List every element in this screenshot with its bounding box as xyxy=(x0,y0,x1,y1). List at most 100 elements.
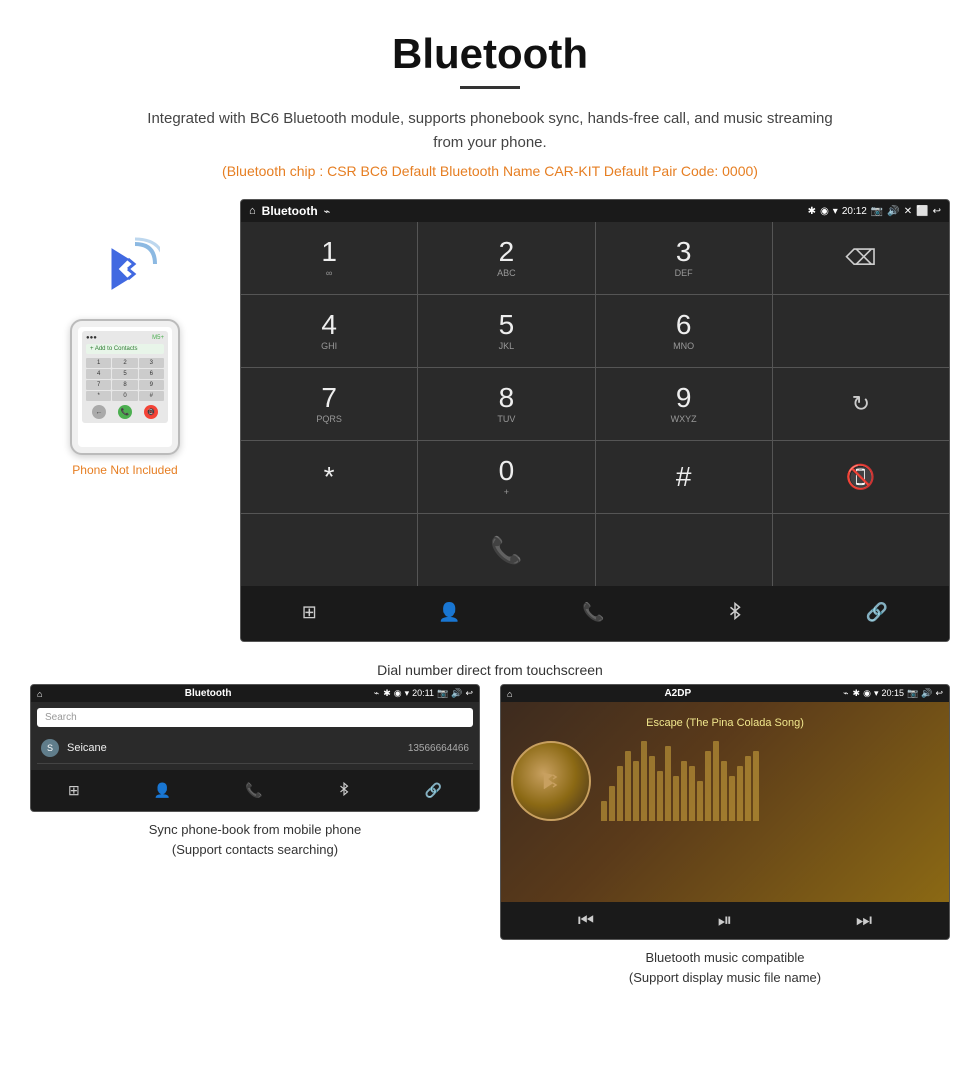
mu-bt-icon: ✱ xyxy=(853,688,861,699)
next-button[interactable]: ⏭ xyxy=(856,910,872,931)
bottom-link-icon[interactable]: 🔗 xyxy=(852,596,902,631)
music-container: ⌂ A2DP ⌁ ✱ ◉ ▾ 20:15 📷 🔊 ↩ Escape (The P… xyxy=(500,684,950,991)
album-art xyxy=(511,741,591,821)
bottom-screens: ⌂ Bluetooth ⌁ ✱ ◉ ▾ 20:11 📷 🔊 ↩ Search S xyxy=(0,684,980,1011)
dial-key-1[interactable]: 1∞ xyxy=(241,222,417,294)
bluetooth-symbol-icon xyxy=(90,229,160,309)
phone-mockup: ●●● M5+ + Add to Contacts 123 456 789 *0… xyxy=(70,319,180,455)
phone-back-btn: ← xyxy=(92,405,106,419)
phonebook-container: ⌂ Bluetooth ⌁ ✱ ◉ ▾ 20:11 📷 🔊 ↩ Search S xyxy=(30,684,480,991)
pb-time: 20:11 xyxy=(412,688,434,699)
dial-screen: ⌂ Bluetooth ⌁ ✱ ◉ ▾ 20:12 📷 🔊 ✕ ⬜ ↩ 1∞ xyxy=(240,199,950,642)
pb-bottom-link-icon[interactable]: 🔗 xyxy=(411,776,456,805)
dial-key-star[interactable]: * xyxy=(241,441,417,513)
camera-icon: 📷 xyxy=(871,206,883,217)
dial-key-4[interactable]: 4GHI xyxy=(241,295,417,367)
pb-bottom-phone-icon[interactable]: 📞 xyxy=(231,776,276,805)
add-to-contacts: + Add to Contacts xyxy=(86,344,164,354)
bt-status-icon: ✱ xyxy=(808,206,816,217)
mu-time: 20:15 xyxy=(881,688,904,699)
usb-icon: ⌁ xyxy=(324,205,331,218)
page-header: Bluetooth Integrated with BC6 Bluetooth … xyxy=(0,0,980,189)
dial-key-8[interactable]: 8TUV xyxy=(418,368,594,440)
dial-key-7[interactable]: 7PQRS xyxy=(241,368,417,440)
pb-vol-icon: 🔊 xyxy=(451,688,462,699)
dial-key-call[interactable]: 📞 xyxy=(418,514,594,586)
dial-key-9[interactable]: 9WXYZ xyxy=(596,368,772,440)
phonebook-caption: Sync phone-book from mobile phone(Suppor… xyxy=(30,812,480,863)
music-album-area xyxy=(511,741,939,821)
bluetooth-info: (Bluetooth chip : CSR BC6 Default Blueto… xyxy=(20,163,960,179)
dial-key-2[interactable]: 2ABC xyxy=(418,222,594,294)
phone-not-included-label: Phone Not Included xyxy=(72,463,177,477)
dial-caption: Dial number direct from touchscreen xyxy=(0,652,980,684)
music-screen: ⌂ A2DP ⌁ ✱ ◉ ▾ 20:15 📷 🔊 ↩ Escape (The P… xyxy=(500,684,950,940)
music-controls: ⏮ ⏯ ⏭ xyxy=(501,902,949,939)
phone-end-btn: 📵 xyxy=(144,405,158,419)
bottom-phone-icon[interactable]: 📞 xyxy=(568,596,618,631)
pb-bottom-grid-icon[interactable]: ⊞ xyxy=(54,776,94,805)
page-title: Bluetooth xyxy=(20,30,960,78)
contact-row[interactable]: S Seicane 13566664466 xyxy=(37,733,473,764)
time-display: 20:12 xyxy=(842,206,867,217)
mu-loc-icon: ◉ xyxy=(863,688,871,699)
dial-key-empty-r2 xyxy=(773,295,949,367)
phone-section: ●●● M5+ + Add to Contacts 123 456 789 *0… xyxy=(30,199,220,477)
bottom-grid-icon[interactable]: ⊞ xyxy=(288,596,331,631)
dial-key-hash[interactable]: # xyxy=(596,441,772,513)
bottom-bluetooth-icon[interactable] xyxy=(712,596,758,631)
contact-number: 13566664466 xyxy=(408,743,469,754)
dial-key-5[interactable]: 5JKL xyxy=(418,295,594,367)
dial-key-refresh[interactable]: ↻ xyxy=(773,368,949,440)
pb-screen-name: Bluetooth xyxy=(46,688,369,699)
phonebook-screen: ⌂ Bluetooth ⌁ ✱ ◉ ▾ 20:11 📷 🔊 ↩ Search S xyxy=(30,684,480,812)
pb-sig-icon: ▾ xyxy=(405,688,410,699)
pb-home-icon: ⌂ xyxy=(37,689,42,699)
dial-key-empty-r5c4 xyxy=(773,514,949,586)
dial-key-6[interactable]: 6MNO xyxy=(596,295,772,367)
music-statusbar: ⌂ A2DP ⌁ ✱ ◉ ▾ 20:15 📷 🔊 ↩ xyxy=(501,685,949,702)
phone-dial: 123 456 789 *0# xyxy=(86,358,164,401)
window-icon: ⬜ xyxy=(916,206,928,217)
android-dialpad: 1∞ 2ABC 3DEF ⌫ 4GHI 5JKL 6MNO xyxy=(241,222,949,586)
close-icon: ✕ xyxy=(904,206,912,217)
search-bar[interactable]: Search xyxy=(37,708,473,727)
music-song-title: Escape (The Pina Colada Song) xyxy=(646,717,804,729)
pb-bt-icon: ✱ xyxy=(383,688,391,699)
music-body: Escape (The Pina Colada Song) xyxy=(501,702,949,902)
pb-bottom-person-icon[interactable]: 👤 xyxy=(140,776,185,805)
phonebook-body: Search S Seicane 13566664466 xyxy=(31,702,479,770)
pb-bottom-bt-icon[interactable] xyxy=(323,776,365,805)
pb-loc-icon: ◉ xyxy=(394,688,402,699)
back-icon: ↩ xyxy=(933,206,941,217)
pb-cam-icon: 📷 xyxy=(437,688,448,699)
page-description: Integrated with BC6 Bluetooth module, su… xyxy=(140,107,840,155)
dial-key-3[interactable]: 3DEF xyxy=(596,222,772,294)
phone-bottom-bar: ← 📞 📵 xyxy=(86,405,164,419)
prev-button[interactable]: ⏮ xyxy=(578,910,594,931)
pb-usb-icon: ⌁ xyxy=(374,688,379,699)
dial-key-0[interactable]: 0+ xyxy=(418,441,594,513)
dial-bottom-bar: ⊞ 👤 📞 🔗 xyxy=(241,586,949,641)
music-equalizer xyxy=(601,741,939,821)
play-pause-button[interactable]: ⏯ xyxy=(718,910,732,931)
signal-status-icon: ▾ xyxy=(833,206,838,217)
bottom-person-icon[interactable]: 👤 xyxy=(424,596,474,631)
pb-bottom-bar: ⊞ 👤 📞 🔗 xyxy=(31,770,479,811)
mu-back-icon: ↩ xyxy=(935,688,943,699)
pb-statusbar-right: ✱ ◉ ▾ 20:11 📷 🔊 ↩ xyxy=(383,688,473,699)
contact-initial: S xyxy=(41,739,59,757)
dial-key-end-call[interactable]: 📵 xyxy=(773,441,949,513)
dial-key-backspace[interactable]: ⌫ xyxy=(773,222,949,294)
mu-screen-name: A2DP xyxy=(516,688,839,699)
dial-statusbar: ⌂ Bluetooth ⌁ ✱ ◉ ▾ 20:12 📷 🔊 ✕ ⬜ ↩ xyxy=(241,200,949,222)
phone-call-btn: 📞 xyxy=(118,405,132,419)
mu-home-icon: ⌂ xyxy=(507,689,512,699)
dial-key-empty-r5c3 xyxy=(596,514,772,586)
mu-usb-icon: ⌁ xyxy=(843,688,848,699)
contact-name: Seicane xyxy=(67,742,408,754)
mu-vol-icon: 🔊 xyxy=(921,688,932,699)
dial-key-empty-r5c1 xyxy=(241,514,417,586)
phonebook-statusbar: ⌂ Bluetooth ⌁ ✱ ◉ ▾ 20:11 📷 🔊 ↩ xyxy=(31,685,479,702)
mu-cam-icon: 📷 xyxy=(907,688,918,699)
